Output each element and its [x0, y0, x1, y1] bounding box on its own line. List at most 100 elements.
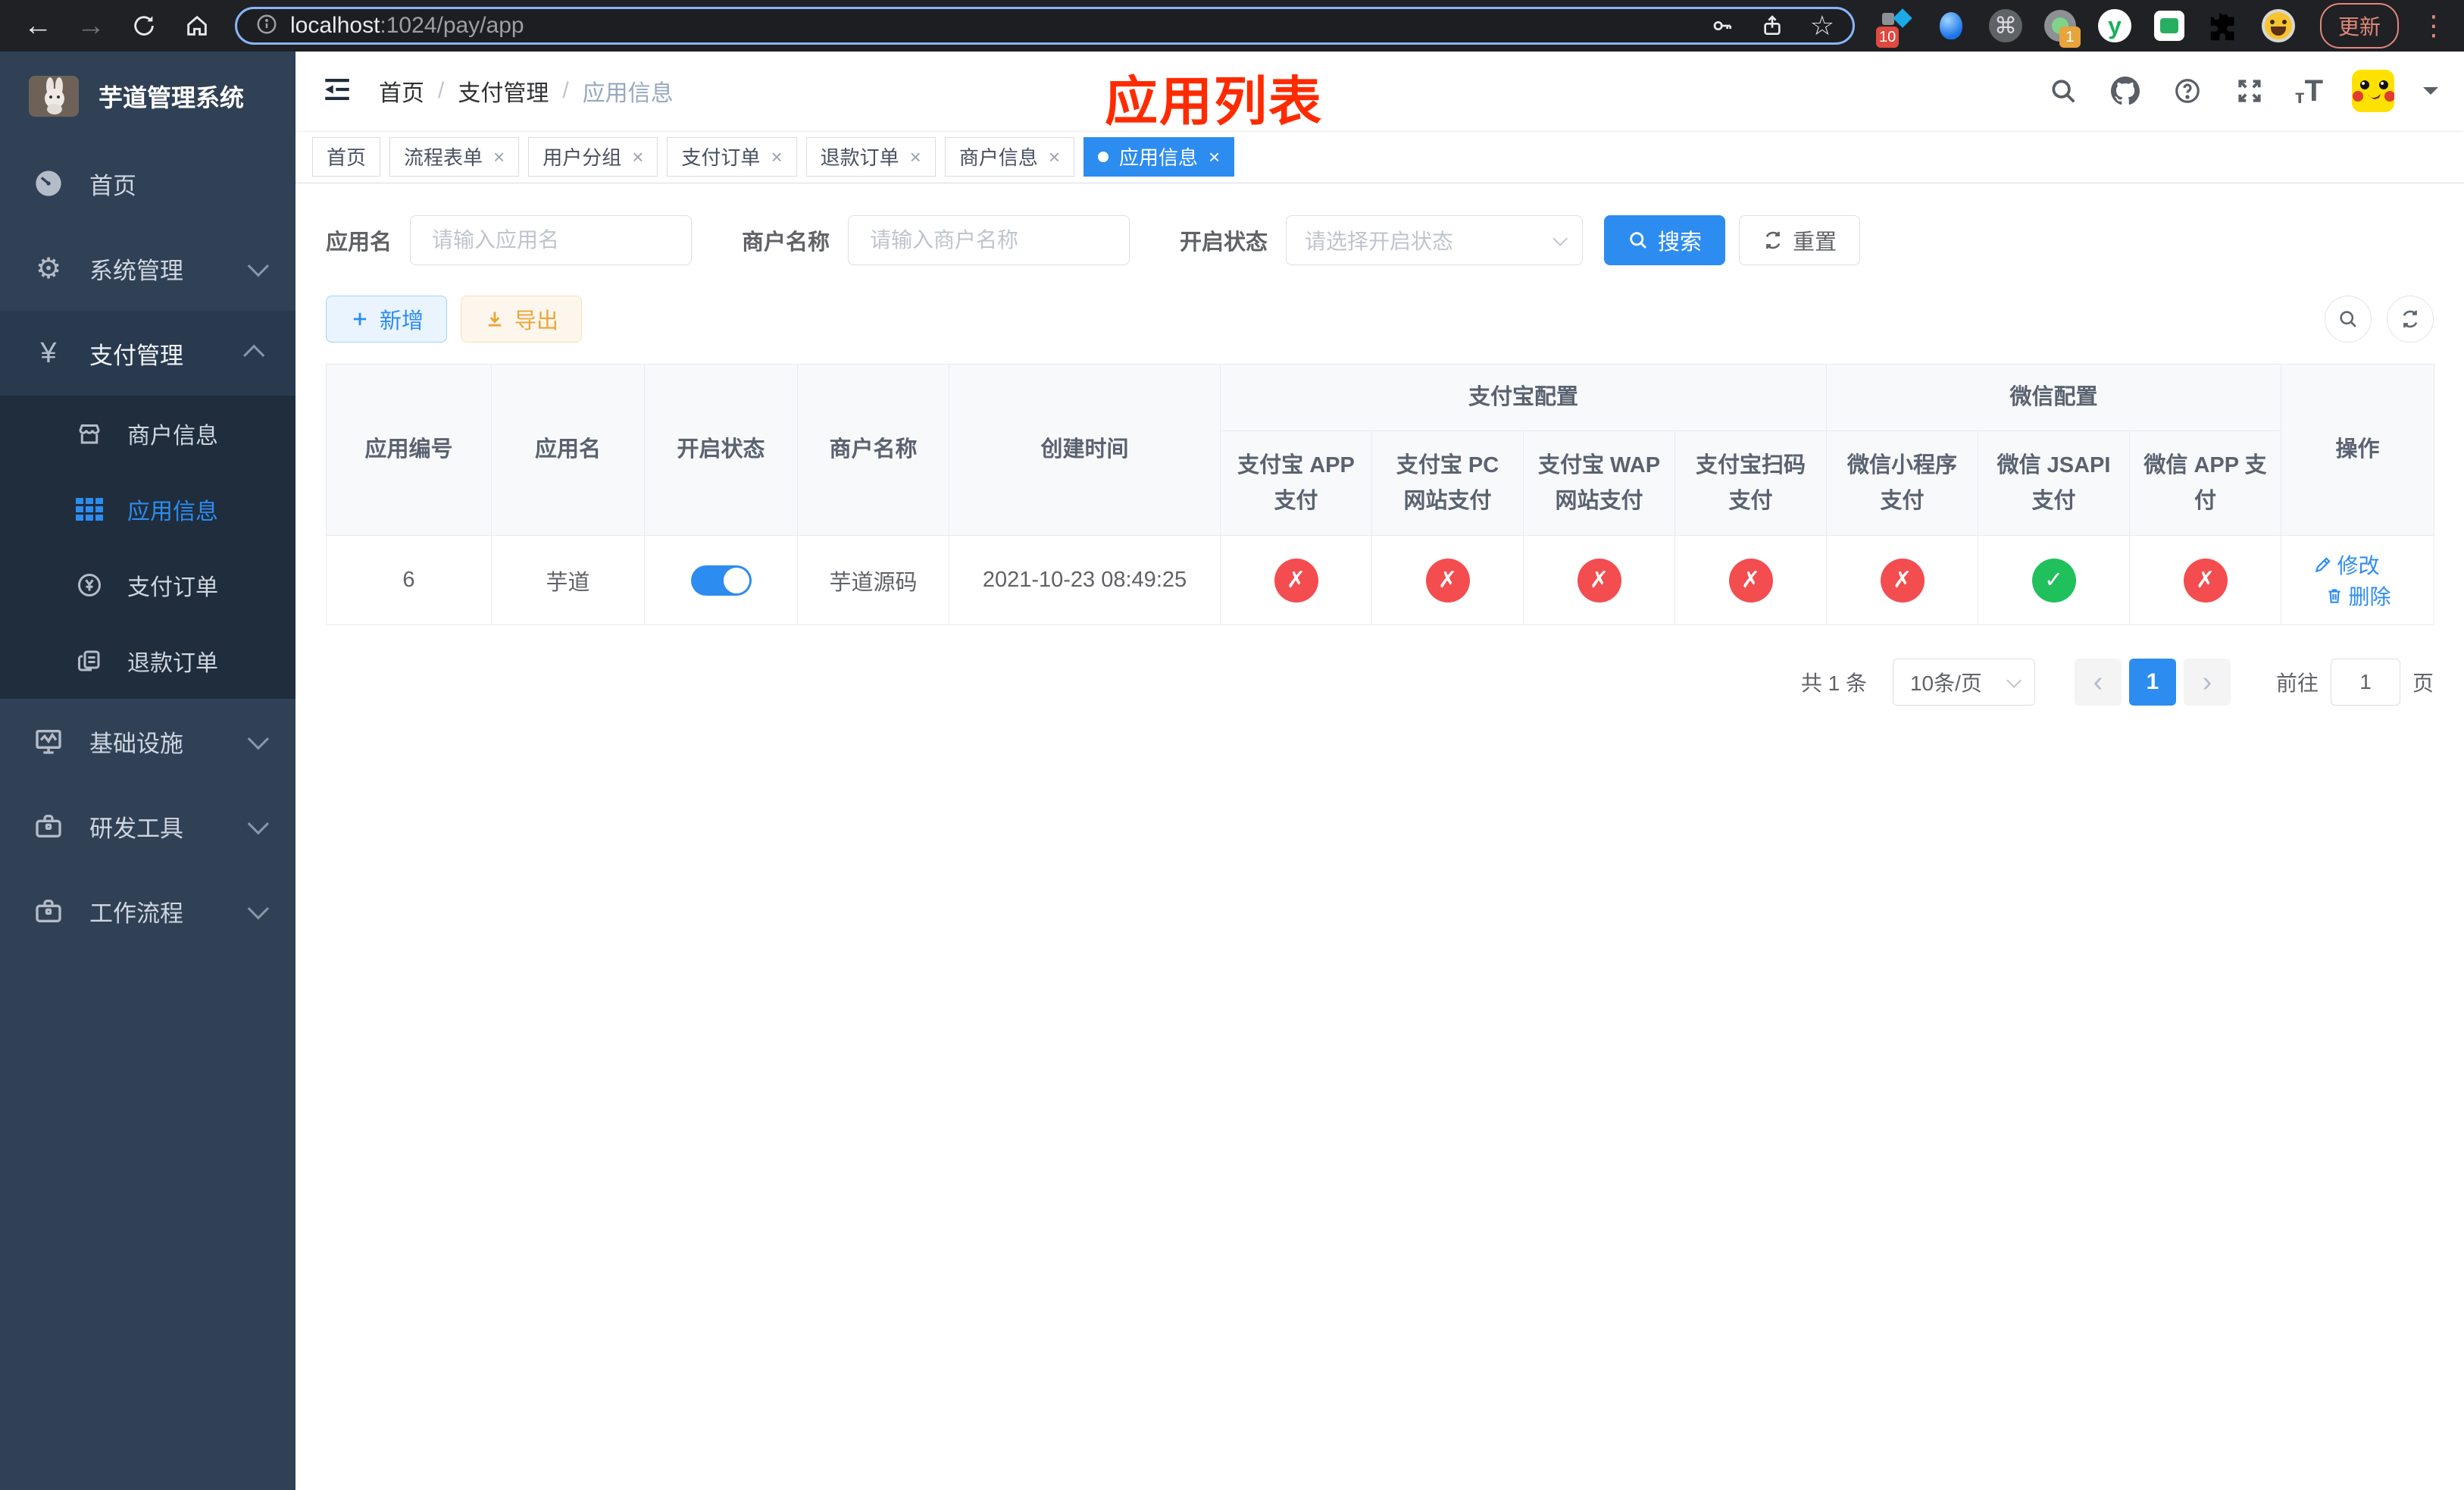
col-alipay-app: 支付宝 APP 支付 [1220, 430, 1372, 536]
font-size-icon[interactable]: тT [2295, 74, 2323, 108]
breadcrumb-home[interactable]: 首页 [379, 74, 424, 108]
sidebar-item-label: 系统管理 [89, 257, 183, 284]
extension-badge: 1 [2059, 27, 2081, 48]
user-avatar[interactable] [2352, 70, 2394, 112]
col-group-wechat: 微信配置 [1826, 364, 2282, 431]
col-alipay-pc: 支付宝 PC 网站支付 [1371, 430, 1524, 536]
app-name-input[interactable] [432, 228, 671, 252]
header-search-icon[interactable] [2047, 74, 2080, 108]
close-icon[interactable]: × [910, 147, 921, 167]
col-alipay-wap: 支付宝 WAP 网站支付 [1523, 430, 1675, 536]
browser-menu-icon[interactable]: ⋮ [2420, 10, 2447, 42]
chevron-down-icon [247, 813, 269, 835]
address-bar[interactable]: localhost:1024/pay/app ☆ [235, 7, 1855, 45]
app-name-label: 应用名 [326, 230, 392, 255]
tab-label: 支付订单 [681, 146, 761, 169]
app-title: 芋道管理系统 [98, 84, 245, 111]
enable-switch[interactable] [690, 565, 752, 596]
browser-profile-avatar[interactable] [2261, 8, 2296, 43]
goto-input-box [2330, 659, 2400, 706]
sidebar-item-system[interactable]: ⚙ 系统管理 [0, 226, 295, 311]
status-icon: ✗ [1425, 558, 1470, 603]
plus-icon [353, 312, 367, 326]
extension-chat-icon[interactable] [2152, 8, 2187, 43]
add-button[interactable]: 新增 [326, 296, 448, 343]
browser-home-button[interactable] [176, 5, 218, 47]
page-content: 应用名 商户名称 开启状态 请选择开启状态 搜索 [295, 183, 2464, 1490]
sidebar-collapse-button[interactable] [321, 74, 353, 109]
site-info-icon[interactable] [255, 13, 278, 39]
close-icon[interactable]: × [493, 147, 505, 167]
page-1-button[interactable]: 1 [2128, 659, 2176, 706]
breadcrumb-separator: / [438, 78, 445, 103]
sidebar-item-payment[interactable]: ¥ 支付管理 [0, 311, 295, 396]
status-select-placeholder: 请选择开启状态 [1305, 230, 1454, 253]
password-key-icon[interactable] [1710, 14, 1734, 38]
tab-refund-orders[interactable]: 退款订单 × [805, 136, 936, 177]
refresh-icon [1765, 231, 1781, 249]
tab-pay-orders[interactable]: 支付订单 × [667, 136, 797, 177]
toggle-search-button[interactable] [2325, 296, 2372, 343]
browser-forward-button[interactable]: → [70, 5, 112, 47]
extension-recorder-icon[interactable]: 1 [2043, 8, 2081, 48]
trash-icon [2328, 588, 2340, 603]
goto-page-input[interactable] [2331, 659, 2400, 705]
col-app-id: 应用编号 [326, 364, 492, 536]
delete-link[interactable]: 删除 [2325, 581, 2391, 611]
next-page-button[interactable]: › [2183, 659, 2231, 706]
close-icon[interactable]: × [771, 147, 782, 167]
breadcrumb-payment[interactable]: 支付管理 [458, 74, 549, 108]
chevron-down-icon [2006, 672, 2022, 688]
sidebar-item-infrastructure[interactable]: 基础设施 [0, 699, 295, 784]
breadcrumb-separator: / [562, 78, 569, 103]
close-icon[interactable]: × [1209, 147, 1220, 167]
tab-merchant-info[interactable]: 商户信息 × [944, 136, 1075, 177]
sidebar-item-merchant-info[interactable]: 商户信息 [0, 396, 295, 471]
status-select[interactable]: 请选择开启状态 [1286, 215, 1584, 265]
merchant-name-input-box [848, 215, 1130, 265]
extension-blocker-icon[interactable]: 10 [1875, 8, 1914, 48]
browser-update-button[interactable]: 更新 [2319, 3, 2399, 49]
sidebar-item-refund-orders[interactable]: 退款订单 [0, 623, 295, 699]
edit-link[interactable]: 修改 [2313, 549, 2380, 580]
command-glyph: ⌘ [1993, 13, 2017, 39]
extension-balloon-icon[interactable] [1934, 8, 1968, 43]
tab-user-group[interactable]: 用户分组 × [528, 136, 658, 177]
reset-button[interactable]: 重置 [1739, 215, 1861, 265]
col-wx-jsapi: 微信 JSAPI 支付 [1978, 430, 2131, 536]
fullscreen-icon[interactable] [2233, 74, 2266, 108]
sidebar-item-pay-orders[interactable]: 支付订单 [0, 547, 295, 623]
search-button[interactable]: 搜索 [1604, 215, 1726, 265]
extension-command-icon[interactable]: ⌘ [1988, 8, 2023, 43]
avatar-caret-icon[interactable] [2423, 87, 2438, 102]
yen-circle-icon [74, 570, 105, 600]
refresh-table-button[interactable] [2387, 296, 2434, 343]
merchant-name-input[interactable] [870, 228, 1108, 252]
github-icon[interactable] [2109, 74, 2142, 108]
export-button[interactable]: 导出 [461, 296, 583, 343]
sidebar-item-dev-tools[interactable]: 研发工具 [0, 784, 295, 869]
tab-label: 首页 [327, 146, 367, 169]
sidebar-item-workflow[interactable]: 工作流程 [0, 869, 295, 953]
sidebar-item-app-info[interactable]: 应用信息 [0, 471, 295, 547]
bookmark-star-icon[interactable]: ☆ [1810, 12, 1834, 39]
extension-y-icon[interactable]: y [2097, 8, 2132, 43]
page-size-select[interactable]: 10条/页 [1892, 659, 2035, 706]
close-icon[interactable]: × [632, 147, 643, 167]
search-icon [2340, 311, 2356, 327]
col-created: 创建时间 [949, 364, 1221, 536]
sidebar-logo[interactable]: 芋道管理系统 [0, 52, 295, 141]
share-icon[interactable] [1760, 14, 1784, 38]
tab-process-form[interactable]: 流程表单 × [389, 136, 520, 177]
close-icon[interactable]: × [1049, 147, 1060, 167]
cell-app-id: 6 [326, 535, 492, 625]
prev-page-button[interactable]: ‹ [2074, 659, 2122, 706]
browser-back-button[interactable]: ← [17, 5, 59, 47]
tab-home[interactable]: 首页 [312, 136, 381, 177]
sidebar-item-home[interactable]: 首页 [0, 141, 295, 226]
extensions-menu-icon[interactable] [2206, 8, 2241, 43]
help-icon[interactable] [2171, 74, 2204, 108]
browser-reload-button[interactable] [123, 5, 165, 47]
app-table: 应用编号 应用名 开启状态 商户名称 创建时间 支付宝配置 微信配置 操作 支付… [326, 364, 2435, 625]
tab-app-info-active[interactable]: 应用信息 × [1083, 136, 1235, 177]
